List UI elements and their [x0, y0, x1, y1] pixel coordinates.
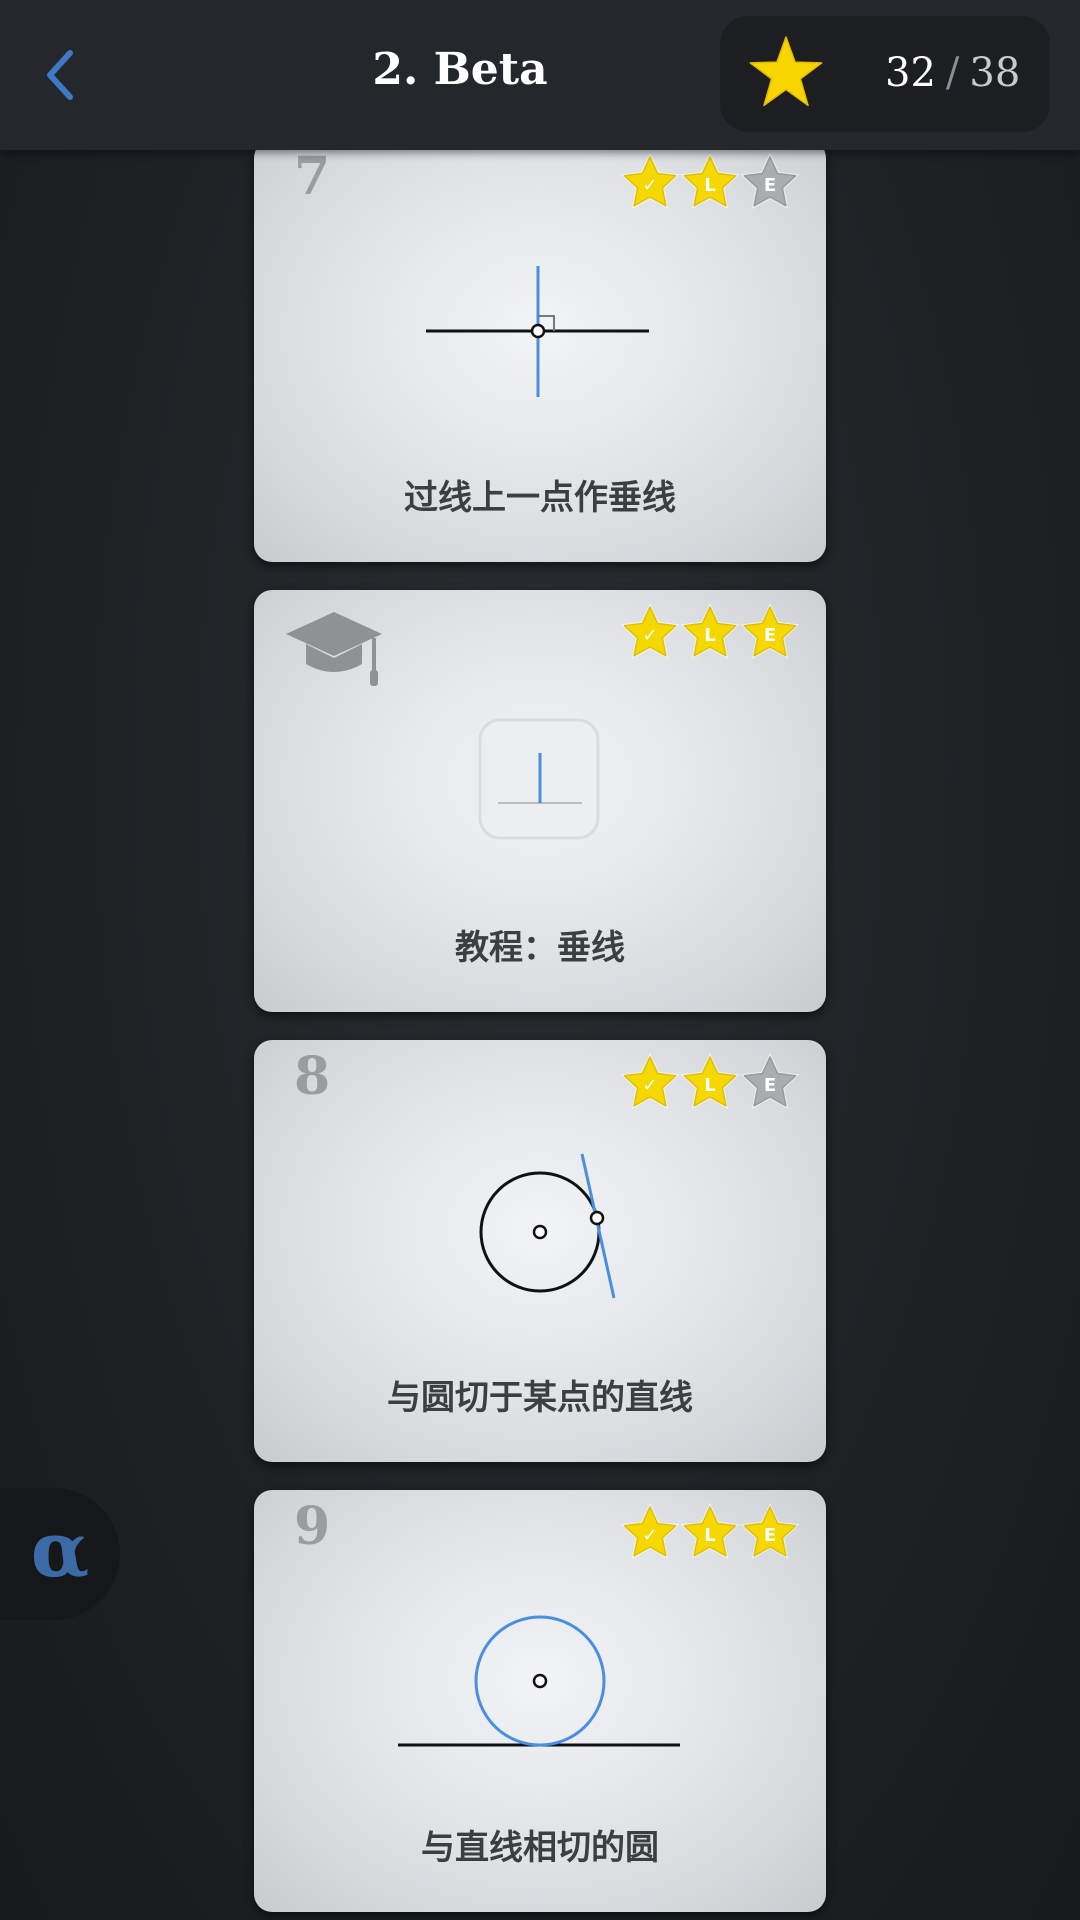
score-text: 32/38 — [885, 50, 1020, 96]
level-title: 与直线相切的圆 — [421, 1828, 659, 1868]
level-title: 过线上一点作垂线 — [404, 478, 676, 518]
level-card-8[interactable]: 8 ✓ L E 与圆切于某点的直线 — [254, 1040, 826, 1462]
back-button[interactable] — [30, 35, 90, 115]
tutorial-card-perpendicular[interactable]: ✓ L E 教程：垂线 — [254, 590, 826, 1012]
level-title: 与圆切于某点的直线 — [387, 1378, 693, 1418]
top-bar: 2. Beta 32/38 — [0, 0, 1080, 150]
score-counter: 32/38 — [720, 16, 1050, 132]
score-total: 38 — [969, 50, 1021, 96]
score-separator: / — [945, 50, 960, 96]
score-current: 32 — [885, 50, 936, 96]
level-card-9[interactable]: 9 ✓ L E 与直线相切的圆 — [254, 1490, 826, 1912]
chevron-left-icon — [47, 50, 73, 100]
level-title: 教程：垂线 — [455, 928, 625, 968]
star-icon — [749, 36, 823, 107]
level-card-7[interactable]: 7 ✓ L E 过线上一点作垂线 — [254, 140, 826, 562]
alpha-menu-button[interactable]: α — [0, 1488, 120, 1620]
alpha-label: α — [30, 1504, 90, 1594]
page-title: 2. Beta — [372, 44, 548, 95]
